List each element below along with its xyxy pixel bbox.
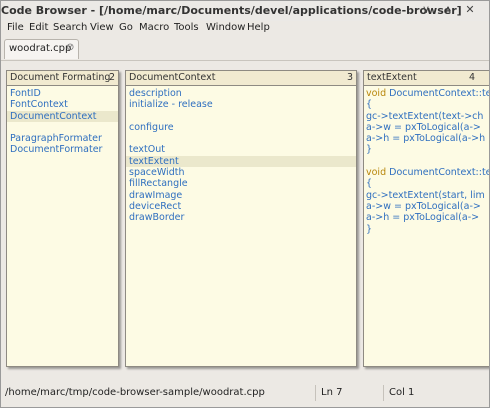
list-item-selected[interactable]: DocumentContext bbox=[7, 110, 118, 122]
code-line: a->w = pxToLogical(a-> bbox=[364, 121, 489, 133]
pane-title: DocumentContext bbox=[129, 72, 216, 83]
menu-view[interactable]: View bbox=[90, 22, 114, 33]
pane-text-extent-code: textExtent 4 void DocumentContext::te{ g… bbox=[363, 70, 490, 367]
list-item-selected[interactable]: textExtent bbox=[126, 155, 356, 168]
minimize-icon[interactable]: ∨ bbox=[419, 3, 433, 17]
status-column: Col 1 bbox=[389, 387, 415, 398]
status-file-path: /home/marc/tmp/code-browser-sample/woodr… bbox=[5, 387, 265, 398]
list-item[interactable]: description bbox=[126, 88, 356, 99]
menu-edit[interactable]: Edit bbox=[29, 22, 48, 33]
pane-header[interactable]: DocumentContext 3 bbox=[126, 71, 356, 86]
code-line: a->h = pxToLogical(a->h bbox=[364, 133, 489, 145]
code-text: a->w = pxToLogical(a-> bbox=[366, 121, 481, 133]
list-item[interactable]: configure bbox=[126, 122, 356, 133]
pane-header[interactable]: Document Formating 2 bbox=[7, 71, 118, 86]
list-item[interactable]: textOut bbox=[126, 144, 356, 155]
code-line: { bbox=[364, 99, 489, 111]
code-editor[interactable]: void DocumentContext::te{ gc->textExtent… bbox=[364, 88, 490, 235]
pane-header[interactable]: textExtent 4 bbox=[364, 71, 489, 86]
code-text: DocumentContext::te bbox=[389, 167, 490, 179]
tab-woodrat-cpp[interactable]: woodrat.cpp ⊘ bbox=[4, 39, 79, 59]
code-text: { bbox=[366, 99, 373, 111]
code-keyword: void bbox=[366, 88, 390, 99]
status-separator bbox=[383, 385, 384, 401]
code-text: a->w = pxToLogical(a-> bbox=[366, 200, 481, 212]
menu-file[interactable]: File bbox=[7, 22, 24, 33]
maximize-icon[interactable]: ∧ bbox=[441, 3, 455, 17]
list-item[interactable]: drawImage bbox=[126, 190, 356, 201]
app-window: Code Browser - [/home/marc/Documents/dev… bbox=[0, 0, 490, 408]
list-item[interactable]: FontID bbox=[7, 88, 118, 99]
tab-close-icon[interactable]: ⊘ bbox=[66, 42, 74, 53]
tab-bar: woodrat.cpp ⊘ bbox=[1, 38, 489, 60]
menu-bar: File Edit Search View Go Macro Tools Win… bbox=[1, 21, 489, 37]
menu-tools[interactable]: Tools bbox=[174, 22, 199, 33]
menu-search[interactable]: Search bbox=[53, 22, 87, 33]
code-line: a->w = pxToLogical(a-> bbox=[364, 200, 489, 212]
pane-number: 3 bbox=[346, 72, 353, 83]
status-line: Ln 7 bbox=[321, 387, 343, 398]
code-text: } bbox=[366, 223, 373, 235]
menu-window[interactable]: Window bbox=[206, 22, 245, 33]
menu-help[interactable]: Help bbox=[247, 22, 270, 33]
list-item[interactable]: FontContext bbox=[7, 99, 118, 110]
menu-macro[interactable]: Macro bbox=[139, 22, 169, 33]
list-item[interactable]: fillRectangle bbox=[126, 178, 356, 189]
code-line: } bbox=[364, 223, 489, 235]
window-title: Code Browser - [/home/marc/Documents/dev… bbox=[1, 4, 462, 17]
code-text: } bbox=[366, 144, 373, 156]
code-text: gc->textExtent(text->ch bbox=[366, 110, 484, 122]
list-item[interactable]: deviceRect bbox=[126, 201, 356, 212]
code-keyword: void bbox=[366, 167, 390, 179]
list-item[interactable]: ParagraphFormater bbox=[7, 133, 118, 144]
code-text: a->h = pxToLogical(a-> bbox=[366, 212, 480, 224]
pane-number: 2 bbox=[108, 72, 115, 83]
code-line: gc->textExtent(start, lim bbox=[364, 189, 489, 201]
pane-number: 4 bbox=[468, 72, 475, 83]
pane-item-list: FontID FontContext DocumentContext Parag… bbox=[7, 88, 118, 156]
pane-document-context: DocumentContext 3 description initialize… bbox=[125, 70, 357, 367]
code-line: void DocumentContext::te bbox=[364, 88, 490, 99]
tab-divider bbox=[1, 60, 489, 61]
pane-item-list: description initialize - release configu… bbox=[126, 88, 356, 224]
pane-title: textExtent bbox=[367, 72, 417, 83]
pane-document-formating: Document Formating 2 FontID FontContext … bbox=[6, 70, 119, 367]
status-bar: /home/marc/tmp/code-browser-sample/woodr… bbox=[1, 385, 489, 403]
code-line: { bbox=[364, 178, 489, 190]
close-icon[interactable]: ✕ bbox=[463, 3, 477, 17]
pane-title: Document Formating bbox=[10, 72, 111, 83]
code-line: void DocumentContext::te bbox=[364, 167, 490, 179]
code-text: gc->textExtent(start, lim bbox=[366, 189, 485, 201]
list-item[interactable]: spaceWidth bbox=[126, 167, 356, 178]
list-item[interactable]: initialize - release bbox=[126, 99, 356, 110]
code-text: DocumentContext::te bbox=[389, 88, 490, 99]
code-text: a->h = pxToLogical(a->h bbox=[366, 133, 486, 145]
tab-label: woodrat.cpp bbox=[9, 43, 72, 54]
code-text: { bbox=[366, 178, 373, 190]
code-line: } bbox=[364, 144, 489, 156]
menu-go[interactable]: Go bbox=[119, 22, 133, 33]
list-item[interactable]: DocumentFormater bbox=[7, 144, 118, 155]
title-bar[interactable]: Code Browser - [/home/marc/Documents/dev… bbox=[1, 1, 489, 21]
status-separator bbox=[315, 385, 316, 401]
code-line: gc->textExtent(text->ch bbox=[364, 110, 489, 122]
list-item[interactable]: drawBorder bbox=[126, 212, 356, 223]
code-line: a->h = pxToLogical(a-> bbox=[364, 212, 489, 224]
